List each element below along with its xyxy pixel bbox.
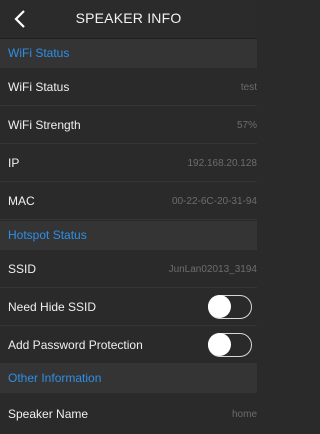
ssid-label: SSID xyxy=(8,262,37,276)
row-wifi-strength: WiFi Strength 57% xyxy=(0,106,257,144)
speaker-name-label: Speaker Name xyxy=(8,407,89,421)
wifi-status-value: test xyxy=(240,82,257,93)
page-title: SPEAKER INFO xyxy=(75,10,182,26)
speaker-name-value: home xyxy=(231,409,257,420)
section-title: Hotspot Status xyxy=(8,228,87,242)
ip-label: IP xyxy=(8,156,20,170)
toggle-knob xyxy=(208,295,231,318)
row-mac: MAC 00-22-6C-20-31-94 xyxy=(0,182,257,220)
row-hide-ssid: Need Hide SSID xyxy=(0,288,257,326)
wifi-status-label: WiFi Status xyxy=(8,80,70,94)
section-title: Other Information xyxy=(8,371,102,385)
nav-bar: SPEAKER INFO xyxy=(0,0,257,39)
row-speaker-name[interactable]: Speaker Name home xyxy=(0,393,257,434)
section-title: WiFi Status xyxy=(8,46,70,60)
hide-ssid-toggle[interactable] xyxy=(208,295,252,319)
speaker-info-screen: SPEAKER INFO WiFi Status WiFi Status tes… xyxy=(0,0,257,434)
toggle-knob xyxy=(208,333,231,356)
password-protection-label: Add Password Protection xyxy=(8,338,143,352)
wifi-strength-value: 57% xyxy=(236,120,257,131)
row-password-protection: Add Password Protection xyxy=(0,326,257,364)
row-wifi-status: WiFi Status test xyxy=(0,68,257,106)
row-ssid: SSID JunLan02013_3194 xyxy=(0,250,257,288)
wifi-strength-label: WiFi Strength xyxy=(8,118,81,132)
ssid-value: JunLan02013_3194 xyxy=(168,264,257,275)
mac-label: MAC xyxy=(8,194,35,208)
section-header-hotspot-status: Hotspot Status xyxy=(0,221,257,250)
password-protection-toggle[interactable] xyxy=(208,333,252,357)
hide-ssid-label: Need Hide SSID xyxy=(8,300,97,314)
section-header-other-information: Other Information xyxy=(0,364,257,393)
row-ip: IP 192.168.20.128 xyxy=(0,144,257,182)
section-header-wifi-status: WiFi Status xyxy=(0,39,257,68)
ip-value: 192.168.20.128 xyxy=(187,158,257,169)
mac-value: 00-22-6C-20-31-94 xyxy=(171,196,257,207)
